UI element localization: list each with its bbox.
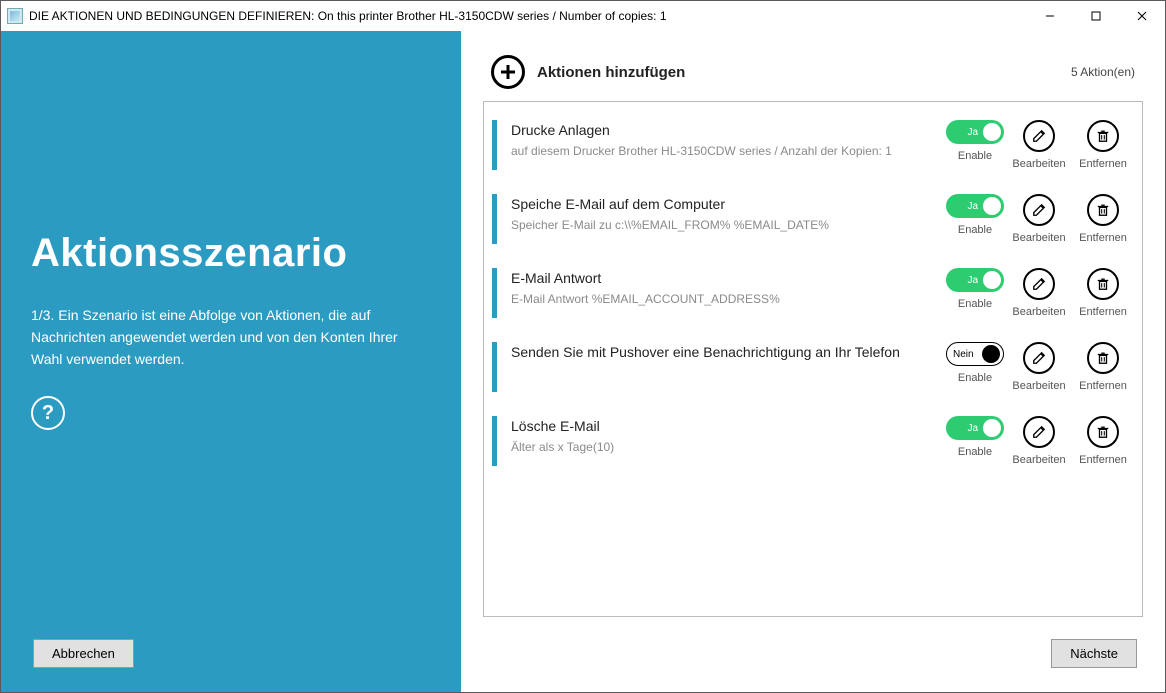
enable-label: Enable <box>958 224 992 236</box>
accent-bar <box>492 416 497 466</box>
accent-bar <box>492 194 497 244</box>
edit-label: Bearbeiten <box>1012 380 1065 392</box>
remove-button[interactable] <box>1087 416 1119 448</box>
remove-button[interactable] <box>1087 342 1119 374</box>
edit-label: Bearbeiten <box>1012 232 1065 244</box>
remove-button[interactable] <box>1087 268 1119 300</box>
app-icon <box>7 8 23 24</box>
edit-button[interactable] <box>1023 342 1055 374</box>
minimize-button[interactable] <box>1027 1 1073 31</box>
remove-label: Entfernen <box>1079 232 1127 244</box>
remove-label: Entfernen <box>1079 306 1127 318</box>
accent-bar <box>492 120 497 170</box>
left-panel: Aktionsszenario 1/3. Ein Szenario ist ei… <box>1 31 461 692</box>
enable-toggle[interactable]: Nein <box>946 342 1004 366</box>
remove-button[interactable] <box>1087 120 1119 152</box>
help-label: ? <box>42 402 54 425</box>
toggle-label: Ja <box>967 127 978 138</box>
remove-label: Entfernen <box>1079 380 1127 392</box>
enable-label: Enable <box>958 372 992 384</box>
maximize-button[interactable] <box>1073 1 1119 31</box>
action-subtitle: auf diesem Drucker Brother HL-3150CDW se… <box>511 144 942 158</box>
enable-toggle[interactable]: Ja <box>946 120 1004 144</box>
accent-bar <box>492 268 497 318</box>
action-row: Senden Sie mit Pushover eine Benachricht… <box>492 332 1134 406</box>
enable-label: Enable <box>958 446 992 458</box>
pencil-icon <box>1032 425 1046 439</box>
edit-label: Bearbeiten <box>1012 306 1065 318</box>
edit-button[interactable] <box>1023 416 1055 448</box>
toggle-knob <box>983 197 1001 215</box>
pencil-icon <box>1032 351 1046 365</box>
trash-icon <box>1096 129 1110 143</box>
action-row: E-Mail Antwort E-Mail Antwort %EMAIL_ACCO… <box>492 258 1134 332</box>
actions-list: Drucke Anlagen auf diesem Drucker Brother… <box>483 101 1143 617</box>
remove-label: Entfernen <box>1079 158 1127 170</box>
action-title: Drucke Anlagen <box>511 122 942 138</box>
trash-icon <box>1096 203 1110 217</box>
cancel-button[interactable]: Abbrechen <box>33 639 134 668</box>
pencil-icon <box>1032 277 1046 291</box>
toggle-knob <box>983 419 1001 437</box>
toggle-knob <box>983 123 1001 141</box>
trash-icon <box>1096 425 1110 439</box>
add-action-label: Aktionen hinzufügen <box>537 64 685 81</box>
plus-icon <box>499 63 517 81</box>
edit-button[interactable] <box>1023 268 1055 300</box>
action-subtitle: Speicher E-Mail zu c:\\%EMAIL_FROM% %EMA… <box>511 218 942 232</box>
page-title: Aktionsszenario <box>31 231 431 276</box>
edit-label: Bearbeiten <box>1012 454 1065 466</box>
accent-bar <box>492 342 497 392</box>
enable-toggle[interactable]: Ja <box>946 194 1004 218</box>
next-button[interactable]: Nächste <box>1051 639 1137 668</box>
enable-label: Enable <box>958 298 992 310</box>
titlebar: DIE AKTIONEN UND BEDINGUNGEN DEFINIEREN:… <box>1 1 1165 31</box>
action-row: Speiche E-Mail auf dem Computer Speicher … <box>492 184 1134 258</box>
trash-icon <box>1096 277 1110 291</box>
edit-button[interactable] <box>1023 194 1055 226</box>
action-count: 5 Aktion(en) <box>1071 65 1135 79</box>
close-button[interactable] <box>1119 1 1165 31</box>
remove-label: Entfernen <box>1079 454 1127 466</box>
toggle-knob <box>983 271 1001 289</box>
action-title: Lösche E-Mail <box>511 418 942 434</box>
toggle-label: Ja <box>967 423 978 434</box>
action-row: Drucke Anlagen auf diesem Drucker Brother… <box>492 110 1134 184</box>
enable-label: Enable <box>958 150 992 162</box>
remove-button[interactable] <box>1087 194 1119 226</box>
add-action-button[interactable] <box>491 55 525 89</box>
action-subtitle: Älter als x Tage(10) <box>511 440 942 454</box>
page-description: 1/3. Ein Szenario ist eine Abfolge von A… <box>31 304 431 370</box>
trash-icon <box>1096 351 1110 365</box>
enable-toggle[interactable]: Ja <box>946 268 1004 292</box>
edit-button[interactable] <box>1023 120 1055 152</box>
action-row: Lösche E-Mail Älter als x Tage(10) Ja Enabl… <box>492 406 1134 480</box>
action-title: E-Mail Antwort <box>511 270 942 286</box>
right-panel: Aktionen hinzufügen 5 Aktion(en) Drucke … <box>461 31 1165 692</box>
toggle-label: Nein <box>953 349 974 360</box>
pencil-icon <box>1032 129 1046 143</box>
enable-toggle[interactable]: Ja <box>946 416 1004 440</box>
help-icon[interactable]: ? <box>31 396 65 430</box>
edit-label: Bearbeiten <box>1012 158 1065 170</box>
window-title: DIE AKTIONEN UND BEDINGUNGEN DEFINIEREN:… <box>29 9 667 23</box>
pencil-icon <box>1032 203 1046 217</box>
toggle-knob <box>982 345 1000 363</box>
toggle-label: Ja <box>967 275 978 286</box>
action-title: Senden Sie mit Pushover eine Benachricht… <box>511 344 942 360</box>
toggle-label: Ja <box>967 201 978 212</box>
action-subtitle: E-Mail Antwort %EMAIL_ACCOUNT_ADDRESS% <box>511 292 942 306</box>
action-title: Speiche E-Mail auf dem Computer <box>511 196 942 212</box>
